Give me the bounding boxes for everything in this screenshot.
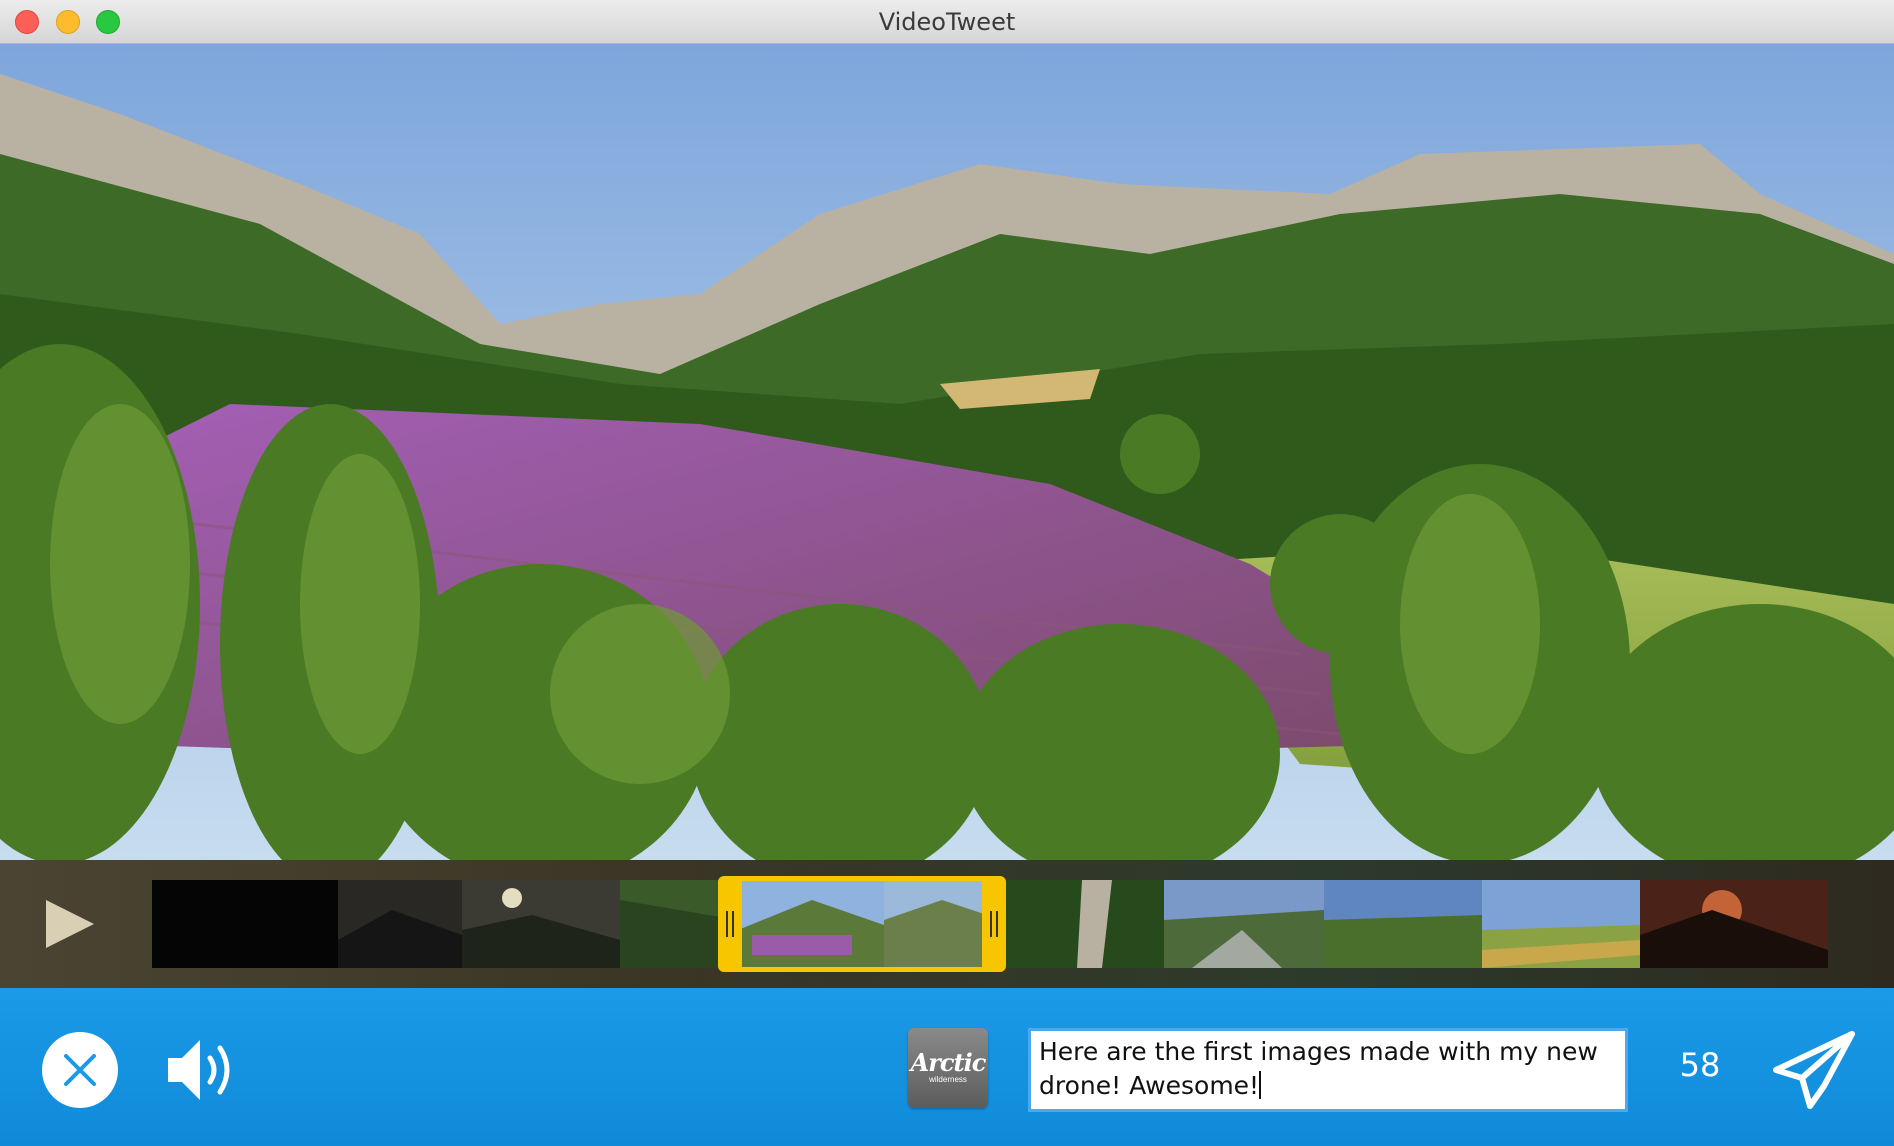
volume-button[interactable]	[164, 1032, 244, 1108]
trim-handle-right[interactable]	[990, 911, 998, 937]
play-icon	[46, 900, 94, 948]
frame-3	[462, 880, 620, 968]
close-icon	[64, 1054, 96, 1086]
frame-7	[1002, 880, 1164, 968]
play-button[interactable]	[40, 894, 100, 954]
character-counter: 58	[1679, 1046, 1721, 1084]
tweet-text: Here are the first images made with my n…	[1039, 1037, 1606, 1100]
frame-2	[338, 880, 462, 968]
frame-8	[1164, 880, 1324, 968]
composer-bar: Arctic wilderness Here are the first ima…	[0, 988, 1894, 1146]
paper-plane-icon	[1773, 1031, 1855, 1109]
app-window: VideoTweet Arctic wilderness Here are th…	[0, 0, 1894, 1146]
window-title: VideoTweet	[878, 8, 1016, 36]
video-preview[interactable]	[0, 44, 1894, 860]
account-avatar[interactable]: Arctic wilderness	[908, 1028, 988, 1108]
logo-text: Arctic	[910, 1048, 987, 1077]
video-frame-image	[0, 44, 1894, 860]
send-button[interactable]	[1772, 1030, 1856, 1110]
timeline	[0, 860, 1894, 988]
frame-11	[1640, 880, 1828, 968]
trim-selection[interactable]	[718, 876, 1006, 972]
frame-1	[152, 880, 338, 968]
speaker-icon	[168, 1040, 230, 1100]
trim-handle-left[interactable]	[726, 911, 734, 937]
text-caret	[1259, 1071, 1262, 1099]
title-bar: VideoTweet	[0, 0, 1894, 44]
frame-10	[1482, 880, 1640, 968]
frame-9	[1324, 880, 1482, 968]
cancel-button[interactable]	[42, 1032, 118, 1108]
tweet-text-field[interactable]: Here are the first images made with my n…	[1028, 1028, 1628, 1112]
